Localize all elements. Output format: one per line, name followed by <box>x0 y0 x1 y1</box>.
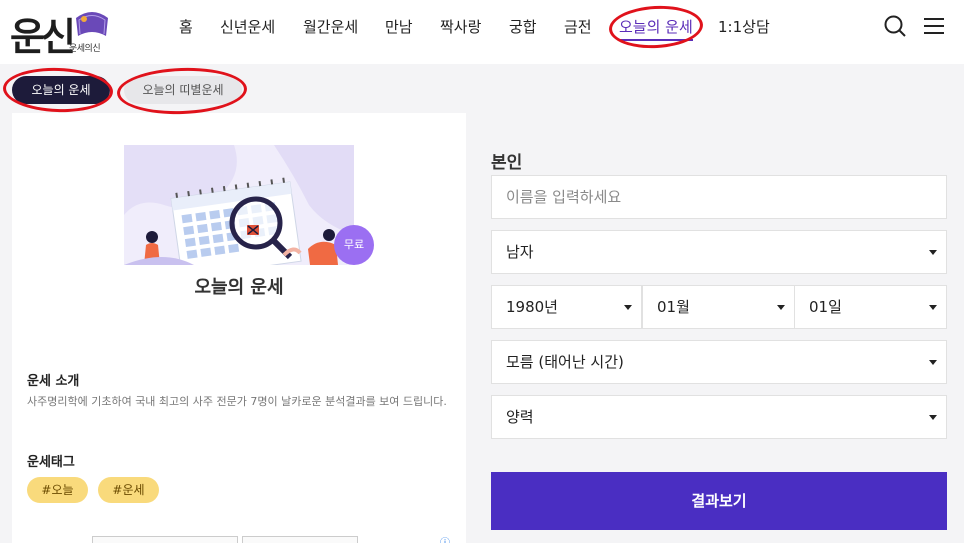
tags-label: 운세태그 <box>27 455 75 470</box>
gender-value: 남자 <box>506 243 534 261</box>
tab-today-fortune[interactable]: 오늘의 운세 <box>12 76 110 104</box>
day-value: 01일 <box>809 298 842 316</box>
day-select[interactable]: 01일 <box>794 285 947 329</box>
calendar-illustration <box>124 145 354 265</box>
fortune-info-card: 무료 오늘의 운세 운세 소개 사주명리학에 기초하여 국내 최고의 사주 전문… <box>12 113 466 543</box>
calendar-type-select[interactable]: 양력 <box>491 395 947 439</box>
ad-close-icon[interactable]: ⓘ ✕ <box>440 534 450 543</box>
year-value: 1980년 <box>506 298 558 316</box>
name-field[interactable] <box>491 175 947 219</box>
tab-zodiac-fortune[interactable]: 오늘의 띠별운세 <box>124 76 242 104</box>
form-section-title: 본인 <box>491 153 523 173</box>
intro-text: 사주명리학에 기초하여 국내 최고의 사주 전문가 7명이 날카로운 분석결과를… <box>27 395 447 408</box>
menu-icon[interactable] <box>922 14 946 38</box>
ad-banner[interactable]: ⓘ ✕ <box>92 536 450 543</box>
name-input[interactable] <box>506 176 946 218</box>
nav-crush[interactable]: 짝사랑 <box>440 16 481 38</box>
chevron-down-icon <box>624 305 632 310</box>
nav-home[interactable]: 홈 <box>179 16 193 38</box>
card-title: 오늘의 운세 <box>194 277 284 298</box>
chevron-down-icon <box>777 305 785 310</box>
logo[interactable]: 운신 운세의신 <box>10 4 110 60</box>
top-header: 운신 운세의신 홈 신년운세 월간운세 만남 짝사랑 궁합 금전 오늘의 운세 … <box>0 0 964 64</box>
chevron-down-icon <box>929 250 937 255</box>
logo-subtitle: 운세의신 <box>69 44 101 54</box>
nav-monthly-fortune[interactable]: 월간운세 <box>303 16 358 38</box>
nav-money[interactable]: 금전 <box>564 16 592 38</box>
logo-text: 운신 <box>10 14 76 59</box>
month-select[interactable]: 01월 <box>642 285 795 329</box>
tag-today[interactable]: #오늘 <box>27 477 88 503</box>
nav-meeting[interactable]: 만남 <box>385 16 413 38</box>
chevron-down-icon <box>929 360 937 365</box>
nav-today-fortune[interactable]: 오늘의 운세 <box>619 16 693 41</box>
nav-compatibility[interactable]: 궁합 <box>509 16 537 38</box>
chevron-down-icon <box>929 305 937 310</box>
nav-consultation[interactable]: 1:1상담 <box>718 16 770 38</box>
birth-time-select[interactable]: 모름 (태어난 시간) <box>491 340 947 384</box>
gender-select[interactable]: 남자 <box>491 230 947 274</box>
calendar-type-value: 양력 <box>506 408 534 426</box>
nav-new-year-fortune[interactable]: 신년운세 <box>220 16 275 38</box>
month-value: 01월 <box>657 298 690 316</box>
fan-icon <box>76 12 108 36</box>
view-result-button[interactable]: 결과보기 <box>491 472 947 530</box>
birth-time-value: 모름 (태어난 시간) <box>506 353 624 371</box>
chevron-down-icon <box>929 415 937 420</box>
search-icon[interactable] <box>883 14 907 38</box>
year-select[interactable]: 1980년 <box>491 285 642 329</box>
free-badge: 무료 <box>334 225 374 265</box>
intro-label: 운세 소개 <box>27 374 80 389</box>
tag-fortune[interactable]: #운세 <box>98 477 159 503</box>
